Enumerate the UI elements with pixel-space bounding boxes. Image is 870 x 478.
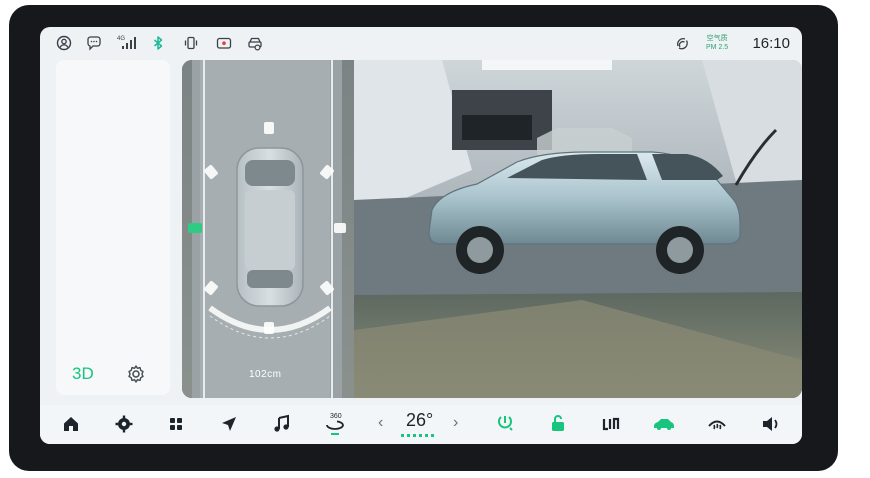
status-bar: 4G 空气质 PM 2.5 16:10 bbox=[40, 27, 802, 59]
settings-icon[interactable] bbox=[111, 411, 137, 437]
view-mode-3d-button[interactable]: 3D bbox=[72, 364, 94, 384]
infotainment-screen: 4G 空气质 PM 2.5 16:10 3D 102cm 360 ‹ 26° › bbox=[40, 27, 802, 444]
profile-icon[interactable] bbox=[56, 35, 72, 51]
camera-record-icon[interactable] bbox=[216, 35, 232, 51]
camera-settings-gear-icon[interactable] bbox=[126, 364, 146, 384]
clock: 16:10 bbox=[752, 35, 790, 52]
temp-increase-button[interactable]: › bbox=[453, 414, 458, 432]
surround-camera-view[interactable]: 102cm bbox=[182, 60, 802, 398]
cabin-temperature: 26° bbox=[406, 410, 434, 430]
home-icon[interactable] bbox=[58, 411, 84, 437]
camera-feed bbox=[182, 60, 802, 398]
seat-heat-icon[interactable] bbox=[492, 411, 518, 437]
volume-icon[interactable] bbox=[757, 411, 783, 437]
bottom-dock: 360 ‹ 26° › bbox=[40, 405, 802, 444]
apps-grid-icon[interactable] bbox=[163, 411, 189, 437]
air-quality-indicator: 空气质 PM 2.5 bbox=[706, 34, 728, 52]
car-icon[interactable] bbox=[651, 411, 677, 437]
defrost-icon[interactable] bbox=[704, 411, 730, 437]
temp-decrease-button[interactable]: ‹ bbox=[378, 414, 383, 432]
360-camera-label: 360 bbox=[330, 413, 342, 420]
360-camera-icon[interactable]: 360 bbox=[322, 411, 348, 437]
wireless-charging-icon bbox=[674, 35, 690, 51]
side-panel bbox=[56, 60, 170, 395]
dashcam-icon[interactable] bbox=[247, 35, 263, 51]
rear-distance-label: 102cm bbox=[249, 369, 282, 380]
cellular-signal-icon: 4G bbox=[117, 35, 137, 51]
air-quality-label: 空气质 bbox=[706, 35, 728, 42]
lock-icon[interactable] bbox=[545, 411, 571, 437]
signal-type-label: 4G bbox=[117, 36, 126, 42]
seat-icon[interactable] bbox=[598, 411, 624, 437]
music-icon[interactable] bbox=[269, 411, 295, 437]
temperature-level-indicator bbox=[401, 434, 437, 437]
air-quality-value: PM 2.5 bbox=[706, 44, 729, 51]
navigation-icon[interactable] bbox=[216, 411, 242, 437]
vibrate-icon[interactable] bbox=[183, 35, 199, 51]
message-icon[interactable] bbox=[86, 35, 102, 51]
bluetooth-icon[interactable] bbox=[150, 35, 166, 51]
